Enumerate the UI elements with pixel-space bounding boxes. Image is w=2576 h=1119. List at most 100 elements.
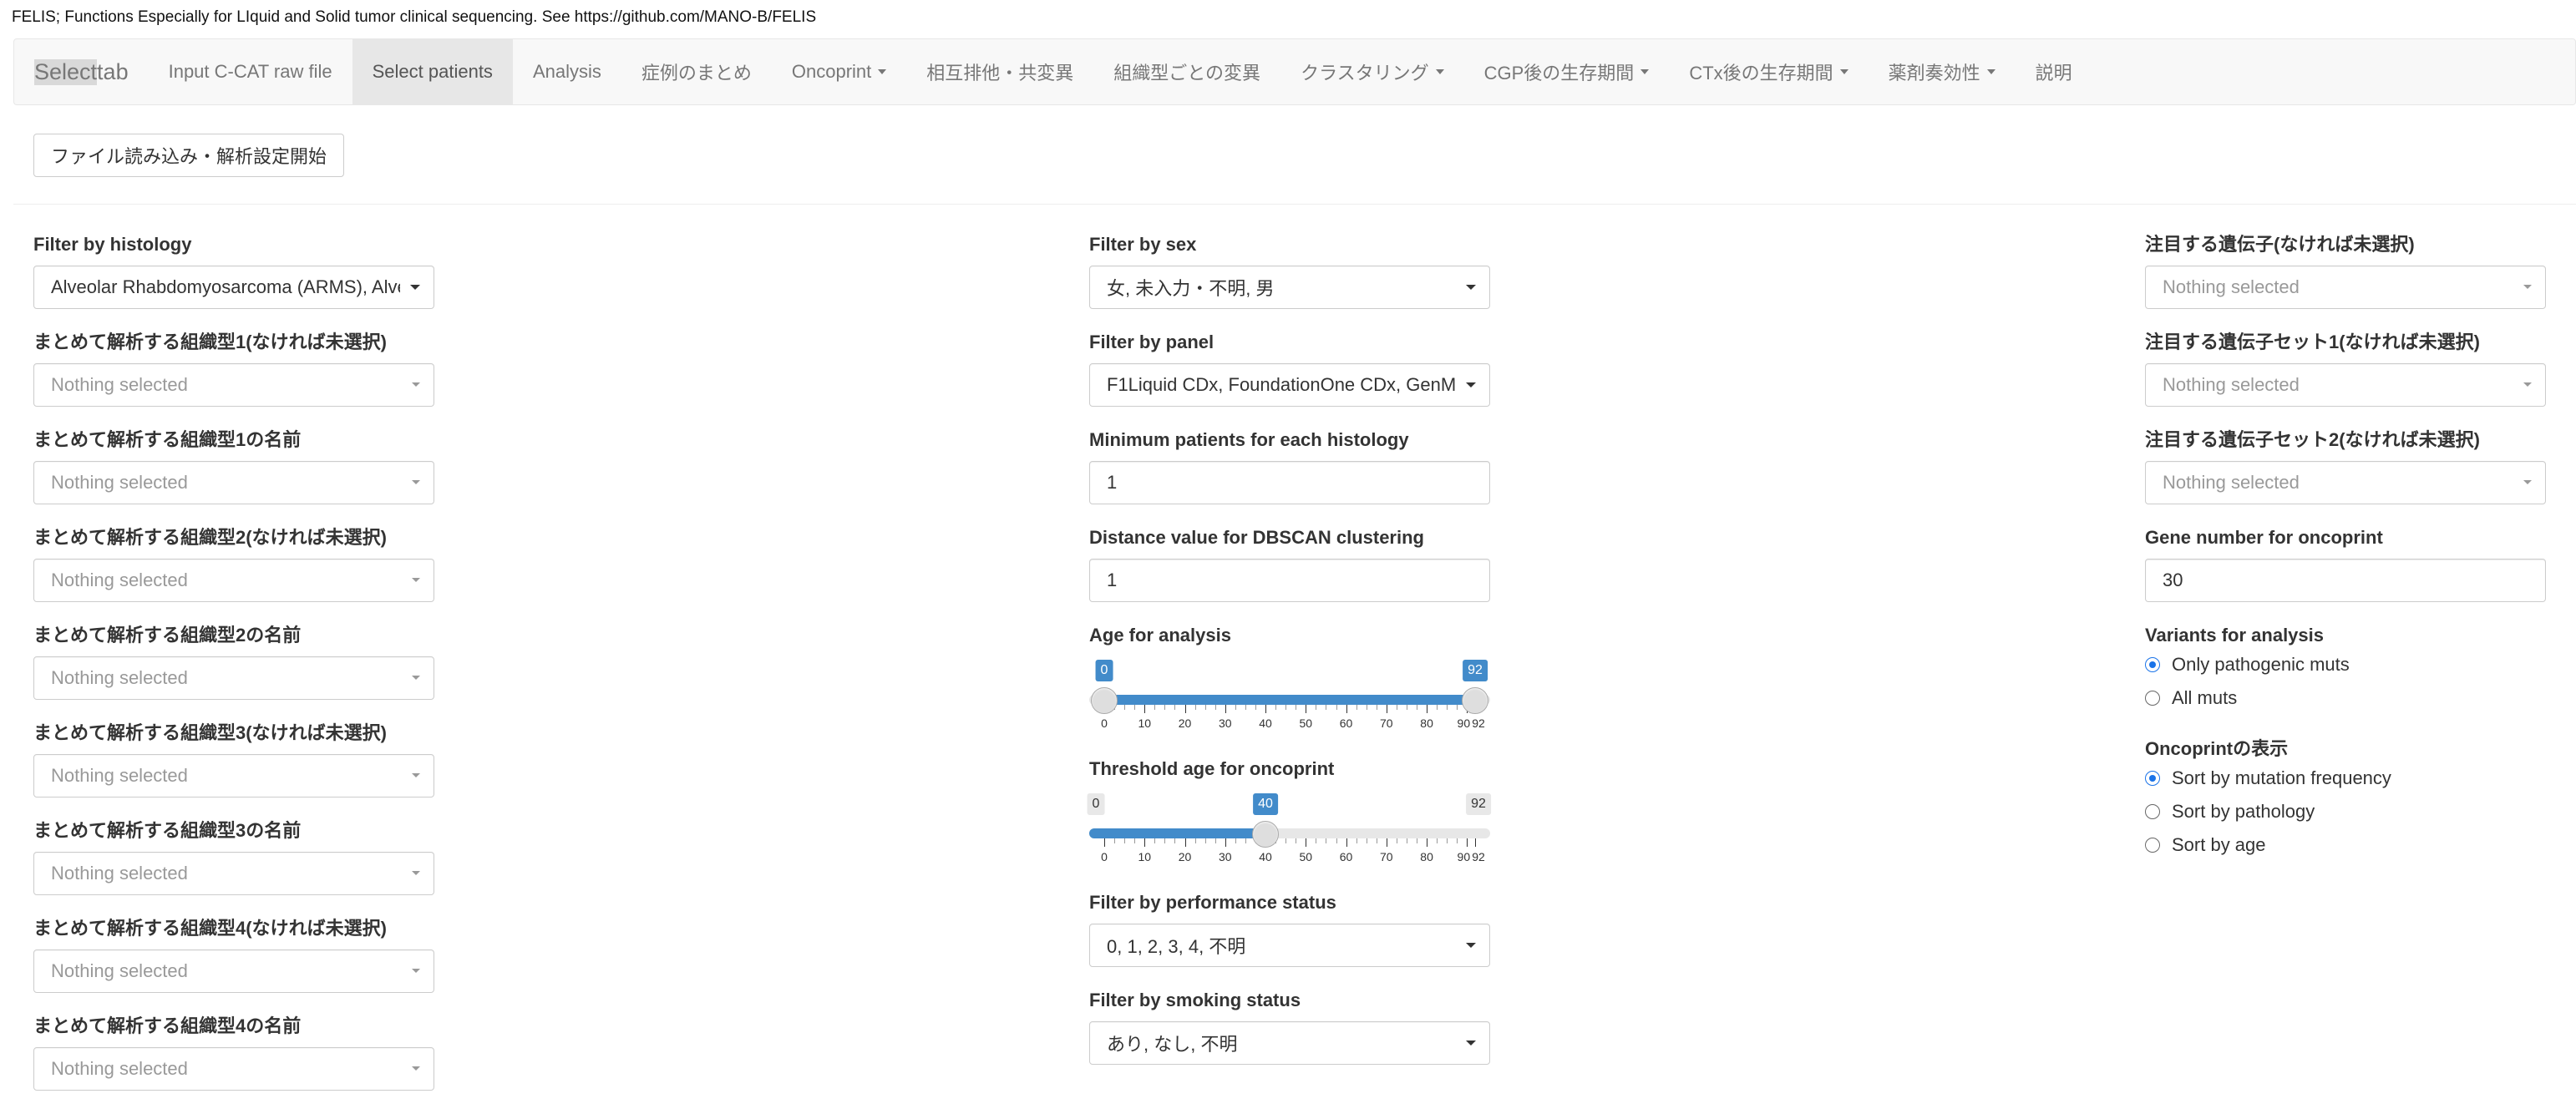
slider-tick-label: 20 [1178, 716, 1192, 730]
tab-mutual-exclusivity[interactable]: 相互排他・共変異 [906, 39, 1093, 104]
slider-tick [1154, 705, 1156, 710]
slider-tick [1104, 838, 1105, 847]
geneset2-select[interactable]: Nothing selected [2145, 461, 2546, 504]
panel-select[interactable]: F1Liquid CDx, FoundationOne CDx, GenMine… [1089, 363, 1490, 407]
age-range-slider[interactable]: 0 92 0 10 20 30 40 50 60 70 80 90 92 [1089, 648, 1490, 740]
radio-option[interactable]: Sort by pathology [2145, 795, 2546, 828]
group1-name-select[interactable]: Nothing selected [33, 461, 434, 504]
group3-name-select[interactable]: Nothing selected [33, 852, 434, 895]
threshold-slider[interactable]: 0 92 40 0 10 20 30 40 50 60 70 80 90 92 [1087, 782, 1491, 873]
histology-filter: Filter by histology Alveolar Rhabdomyosa… [33, 232, 434, 330]
radio-label: All muts [2172, 687, 2238, 708]
group4-filter: まとめて解析する組織型4(なければ未選択) Nothing selected [33, 916, 434, 1014]
slider-tick-label: 50 [1299, 716, 1313, 730]
caret-down-icon [412, 382, 420, 387]
group1-name-filter: まとめて解析する組織型1の名前 Nothing selected [33, 428, 434, 525]
slider-tick [1457, 705, 1458, 710]
slider-tick [1214, 838, 1216, 843]
dbscan-input[interactable]: 1 [1089, 559, 1490, 602]
slider-from-handle[interactable] [1091, 687, 1118, 714]
group2-name-select[interactable]: Nothing selected [33, 656, 434, 700]
group4-name-select[interactable]: Nothing selected [33, 1047, 434, 1091]
slider-to-handle[interactable] [1462, 687, 1488, 714]
navbar-brand[interactable]: Select tab [14, 39, 149, 104]
histology-select[interactable]: Alveolar Rhabdomyosarcoma (ARMS), Alveol… [33, 266, 434, 309]
min-patients-input[interactable]: 1 [1089, 461, 1490, 504]
panel-filter: Filter by panel F1Liquid CDx, Foundation… [1089, 330, 1490, 428]
radio-label: Sort by pathology [2172, 801, 2315, 822]
radio-option[interactable]: Sort by age [2145, 828, 2546, 862]
radio-option[interactable]: Sort by mutation frequency [2145, 762, 2546, 795]
slider-tick-label: 90 [1457, 850, 1471, 863]
geneset1-select[interactable]: Nothing selected [2145, 363, 2546, 407]
radio-label: Only pathogenic muts [2172, 654, 2350, 675]
tab-case-summary[interactable]: 症例のまとめ [621, 39, 772, 104]
radio-option[interactable]: All muts [2145, 681, 2546, 715]
slider-tick-label: 0 [1101, 716, 1108, 730]
slider-tick-label: 60 [1339, 850, 1353, 863]
slider-tick [1346, 838, 1347, 847]
right-column: 注目する遺伝子(なければ未選択) Nothing selected 注目する遺伝… [2145, 232, 2546, 862]
group3-select[interactable]: Nothing selected [33, 754, 434, 797]
oncoprint-radio-group: Oncoprintの表示 Sort by mutation frequency … [2145, 737, 2546, 862]
slider-tick [1265, 705, 1267, 713]
caret-down-icon [412, 676, 420, 680]
caret-down-icon [1466, 943, 1476, 948]
left-column: Filter by histology Alveolar Rhabdomyosa… [33, 232, 434, 1111]
middle-column: Filter by sex 女, 未入力・不明, 男 Filter by pan… [1087, 232, 1491, 1086]
gene-select[interactable]: Nothing selected [2145, 266, 2546, 309]
tab-mutations-by-histology[interactable]: 組織型ごとの変異 [1093, 39, 1280, 104]
group4-select[interactable]: Nothing selected [33, 949, 434, 993]
geneset2-filter: 注目する遺伝子セット2(なければ未選択) Nothing selected [2145, 428, 2546, 525]
slider-tick [1285, 705, 1287, 710]
slider-tick-label: 40 [1259, 850, 1272, 863]
slider-tick [1346, 705, 1347, 713]
group2-select[interactable]: Nothing selected [33, 559, 434, 602]
smoking-select[interactable]: あり, なし, 不明 [1089, 1021, 1490, 1065]
tab-drug-response[interactable]: 薬剤奏効性 [1869, 39, 2016, 104]
radio-button[interactable] [2145, 691, 2160, 706]
slider-tick-label: 50 [1299, 850, 1313, 863]
tab-input-raw-file[interactable]: Input C-CAT raw file [149, 39, 352, 104]
radio-button-checked[interactable] [2145, 657, 2160, 672]
tab-explanation[interactable]: 説明 [2016, 39, 2092, 104]
slider-handle[interactable] [1252, 821, 1280, 848]
caret-down-icon [2523, 382, 2532, 387]
oncoprint-label: Oncoprintの表示 [2145, 738, 2289, 759]
slider-tick [1174, 838, 1176, 843]
slider-tick [1356, 838, 1357, 843]
ps-select[interactable]: 0, 1, 2, 3, 4, 不明 [1089, 924, 1490, 967]
radio-button-checked[interactable] [2145, 771, 2160, 786]
histology-filter-label: Filter by histology [33, 234, 192, 255]
tab-analysis[interactable]: Analysis [513, 39, 621, 104]
tab-survival-after-ctx[interactable]: CTx後の生存期間 [1669, 39, 1868, 104]
ps-filter: Filter by performance status 0, 1, 2, 3,… [1089, 890, 1490, 988]
radio-option[interactable]: Only pathogenic muts [2145, 648, 2546, 681]
gene-filter-label: 注目する遺伝子(なければ未選択) [2145, 234, 2415, 255]
group1-select[interactable]: Nothing selected [33, 363, 434, 407]
tab-select-patients[interactable]: Select patients [352, 39, 513, 104]
tab-survival-after-cgp[interactable]: CGP後の生存期間 [1464, 39, 1670, 104]
navbar: Select tab Input C-CAT raw file Select p… [13, 38, 2576, 105]
caret-down-icon [412, 773, 420, 777]
smoking-filter: Filter by smoking status あり, なし, 不明 [1089, 988, 1490, 1086]
start-analysis-button[interactable]: ファイル読み込み・解析設定開始 [33, 134, 345, 177]
slider-tick [1275, 705, 1277, 710]
age-slider-label: Age for analysis [1089, 625, 1231, 646]
group4-label: まとめて解析する組織型4(なければ未選択) [33, 918, 387, 939]
gene-number-input[interactable]: 30 [2145, 559, 2546, 602]
brand-highlight: Select [34, 58, 98, 85]
slider-tick [1225, 705, 1226, 713]
radio-button[interactable] [2145, 804, 2160, 819]
sex-select[interactable]: 女, 未入力・不明, 男 [1089, 266, 1490, 309]
tab-oncoprint[interactable]: Oncoprint [772, 39, 906, 104]
group1-filter: まとめて解析する組織型1(なければ未選択) Nothing selected [33, 330, 434, 428]
slider-min-label: 0 [1087, 793, 1105, 815]
slider-tick [1437, 705, 1438, 710]
radio-button[interactable] [2145, 838, 2160, 853]
sex-filter: Filter by sex 女, 未入力・不明, 男 [1089, 232, 1490, 330]
slider-tick-label: 10 [1138, 716, 1152, 730]
slider-tick [1255, 705, 1256, 710]
chevron-down-icon [1839, 69, 1848, 74]
tab-clustering[interactable]: クラスタリング [1280, 39, 1464, 104]
